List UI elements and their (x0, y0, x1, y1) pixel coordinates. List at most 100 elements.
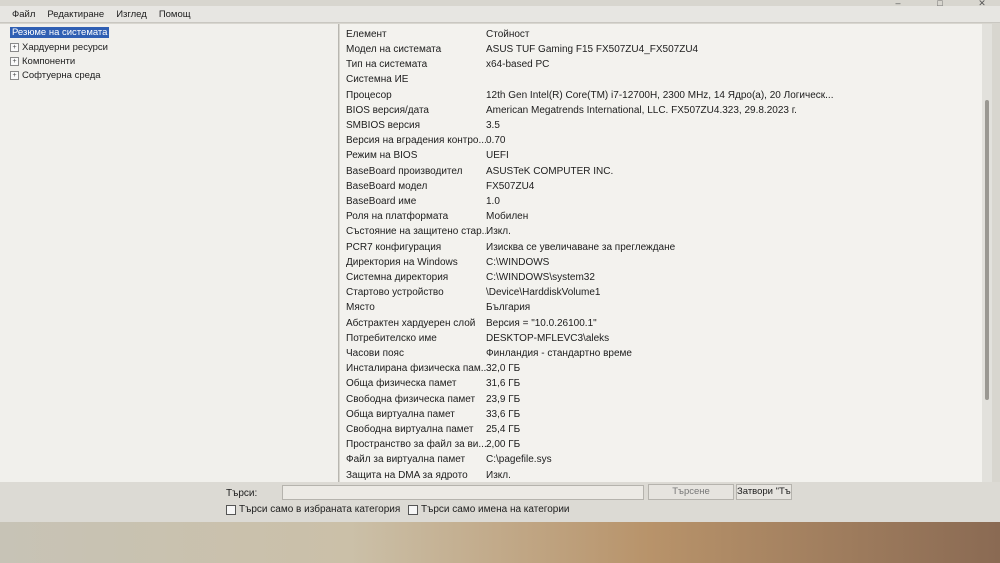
table-row[interactable]: BaseBoard производител ASUSTeK COMPUTER I… (340, 164, 980, 179)
column-header-value[interactable]: Стойност (486, 29, 966, 40)
category-tree: Резюме на системата + Хардуерни ресурси … (0, 24, 339, 482)
expand-icon[interactable]: + (10, 57, 19, 66)
tree-item-label: Компоненти (22, 56, 76, 67)
row-value-cell: 3.5 (486, 120, 500, 131)
row-item-cell: Режим на BIOS (346, 150, 418, 162)
search-selected-category-checkbox[interactable]: Търси само в избраната категория (226, 504, 400, 515)
table-row[interactable]: Директория на Windows C:\WINDOWS (340, 255, 980, 270)
table-row[interactable]: Състояние на защитено стар... Изкл. (340, 224, 980, 239)
table-row[interactable]: Системна директория C:\WINDOWS\system32 (340, 270, 980, 285)
table-row[interactable]: Роля на платформата Мобилен (340, 209, 980, 224)
desktop-wallpaper (0, 522, 1000, 563)
table-row[interactable]: Стартово устройство \Device\HarddiskVolum… (340, 285, 980, 300)
table-row[interactable]: Часови пояс Финландия - стандартно време (340, 346, 980, 361)
table-row[interactable]: Тип на системата x64-based PC (340, 57, 980, 72)
row-value-cell: C:\pagefile.sys (486, 454, 552, 466)
table-row[interactable]: Свободна виртуална памет 25,4 ГБ (340, 422, 980, 437)
table-row[interactable]: SMBIOS версия 3.5 (340, 118, 980, 133)
table-row[interactable]: Системна ИЕ (340, 72, 980, 87)
expand-icon[interactable]: + (10, 71, 19, 80)
row-item-cell: Обща физическа памет (346, 378, 457, 390)
row-value-cell: ASUSTeK COMPUTER INC. (486, 165, 614, 177)
table-row[interactable]: Обща виртуална памет 33,6 ГБ (340, 407, 980, 422)
checkbox-box[interactable] (226, 504, 236, 515)
table-row[interactable]: BaseBoard име 1.0 (340, 194, 980, 209)
row-value-cell: България (486, 302, 531, 314)
table-row[interactable]: BaseBoard модел FX507ZU4 (340, 179, 980, 194)
search-label: Търси: (226, 488, 258, 499)
row-item-cell: Абстрактен хардуерен слой (346, 317, 476, 329)
table-row[interactable]: Пространство за файл за ви... 2,00 ГБ (340, 437, 980, 452)
table-row[interactable]: Обща физическа памет 31,6 ГБ (340, 376, 980, 391)
tree-item-system-summary[interactable]: Резюме на системата (10, 26, 110, 39)
row-item-cell: Състояние на защитено стар... (346, 226, 486, 238)
row-value-cell: C:\WINDOWS\system32 (486, 272, 595, 283)
tree-item-hardware-resources[interactable]: + Хардуерни ресурси (10, 41, 108, 54)
row-value-cell: Версия = "10.0.26100.1" (486, 317, 597, 329)
row-item-cell: Часови пояс (346, 348, 404, 359)
column-header-item[interactable]: Елемент (340, 29, 486, 40)
row-value-cell: Мобилен (486, 211, 529, 223)
row-item-cell: Роля на платформата (346, 211, 449, 223)
table-row[interactable]: BIOS версия/дата American Megatrends Inte… (340, 103, 980, 118)
row-item-cell: Защита на DMA за ядрото (346, 469, 468, 481)
table-row[interactable]: Свободна физическа памет 23,9 ГБ (340, 392, 980, 407)
row-value-cell: 0.70 (486, 135, 506, 147)
table-row[interactable]: Потребителско име DESKTOP-MFLEVC3\aleks (340, 331, 980, 346)
row-value-cell: 12th Gen Intel(R) Core(TM) i7-12700H, 23… (486, 89, 834, 101)
row-value-cell: C:\WINDOWS (486, 256, 550, 268)
checkbox-label: Търси само имена на категории (421, 504, 570, 515)
search-input[interactable] (282, 485, 644, 500)
search-button[interactable]: Търсене (648, 484, 734, 500)
row-item-cell: Свободна физическа памет (346, 393, 476, 405)
close-search-button[interactable]: Затвори "Търсене" (736, 484, 792, 500)
row-item-cell: Модел на системата (346, 44, 442, 55)
table-row[interactable]: Режим на BIOS UEFI (340, 148, 980, 163)
menu-file[interactable]: Файл (12, 9, 35, 20)
row-item-cell: Потребителско име (346, 332, 437, 344)
row-item-cell: PCR7 конфигурация (346, 241, 442, 253)
table-row[interactable]: Инсталирана физическа пам... 32,0 ГБ (340, 361, 980, 376)
row-value-cell: 31,6 ГБ (486, 378, 521, 390)
tree-item-label: Хардуерни ресурси (22, 42, 108, 53)
row-value-cell: 23,9 ГБ (486, 393, 521, 405)
row-item-cell: Директория на Windows (346, 256, 458, 268)
row-item-cell: Процесор (346, 89, 392, 101)
row-value-cell: 25,4 ГБ (486, 424, 521, 435)
table-row[interactable]: Модел на системата ASUS TUF Gaming F15 FX… (340, 42, 980, 57)
details-list: Елемент Стойност Модел на системата ASUS … (340, 24, 992, 482)
row-value-cell: 32,0 ГБ (486, 363, 521, 375)
row-item-cell: Системна директория (346, 272, 449, 283)
table-row[interactable]: Файл за виртуална памет C:\pagefile.sys (340, 452, 980, 467)
checkbox-box[interactable] (408, 504, 418, 515)
menu-bar: Файл Редактиране Изглед Помощ (0, 6, 1000, 23)
row-value-cell: 33,6 ГБ (486, 408, 521, 420)
table-row[interactable]: Версия на вградения контро... 0.70 (340, 133, 980, 148)
table-row[interactable]: PCR7 конфигурация Изисква се увеличаване … (340, 240, 980, 255)
vertical-scrollbar[interactable] (982, 24, 992, 482)
table-row[interactable]: Абстрактен хардуерен слой Версия = "10.0.… (340, 316, 980, 331)
menu-view[interactable]: Изглед (116, 9, 147, 20)
row-value-cell: Изисква се увеличаване за преглеждане (486, 241, 676, 253)
tree-item-software-environment[interactable]: + Софтуерна среда (10, 69, 101, 82)
row-value-cell: 2,00 ГБ (486, 439, 521, 451)
expand-icon[interactable]: + (10, 43, 19, 52)
row-value-cell: Финландия - стандартно време (486, 348, 632, 359)
search-category-names-checkbox[interactable]: Търси само имена на категории (408, 504, 570, 515)
table-row[interactable]: Процесор 12th Gen Intel(R) Core(TM) i7-12… (340, 88, 980, 103)
menu-help[interactable]: Помощ (159, 9, 191, 20)
row-item-cell: Пространство за файл за ви... (346, 439, 486, 451)
menu-edit[interactable]: Редактиране (47, 9, 104, 20)
row-item-cell: Файл за виртуална памет (346, 454, 466, 466)
row-value-cell: ASUS TUF Gaming F15 FX507ZU4_FX507ZU4 (486, 44, 699, 55)
row-item-cell: Версия на вградения контро... (346, 135, 486, 147)
table-row[interactable]: Защита на DMA за ядрото Изкл. (340, 468, 980, 482)
row-item-cell: Тип на системата (346, 59, 428, 71)
scroll-thumb[interactable] (985, 100, 989, 400)
row-item-cell: BaseBoard производител (346, 165, 463, 177)
row-item-cell: Системна ИЕ (346, 74, 409, 86)
row-value-cell: FX507ZU4 (486, 180, 535, 192)
row-value-cell: \Device\HarddiskVolume1 (486, 287, 601, 299)
tree-item-components[interactable]: + Компоненти (10, 55, 75, 68)
table-row[interactable]: Място България (340, 300, 980, 315)
